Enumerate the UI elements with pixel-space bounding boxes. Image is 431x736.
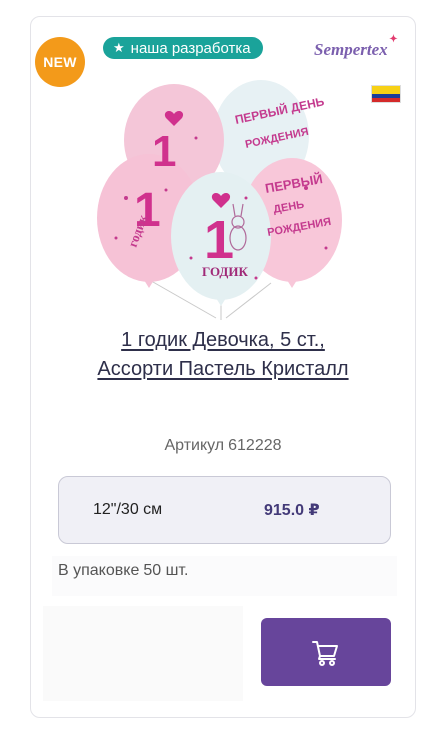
brand-logo: Sempertex ✦ xyxy=(314,34,398,60)
product-title-line-1[interactable]: 1 годик Девочка, 5 ст., xyxy=(40,326,406,355)
product-image[interactable]: 1 1 1 ПЕРВЫЙ ДЕНЬ РОЖДЕНИЯ ПЕРВЫЙ ДЕНЬ Р… xyxy=(96,78,346,322)
product-title-link[interactable]: 1 годик Девочка, 5 ст., Ассорти Пастель … xyxy=(40,326,406,384)
product-title-line-2[interactable]: Ассорти Пастель Кристалл xyxy=(40,355,406,384)
svg-text:ГОДИК: ГОДИК xyxy=(202,264,248,279)
development-badge-label: наша разработка xyxy=(130,39,251,57)
pack-info: В упаковке 50 шт. xyxy=(52,556,397,596)
new-badge: NEW xyxy=(35,37,85,87)
star-icon: ★ xyxy=(113,40,125,55)
sku: Артикул 612228 xyxy=(40,437,406,455)
pack-label: В упаковке xyxy=(58,562,140,579)
cart-icon xyxy=(312,641,338,666)
pack-count: 50 шт. xyxy=(143,562,189,579)
brand-mark-icon: ✦ xyxy=(389,34,398,45)
sku-value: 612228 xyxy=(228,437,282,454)
svg-text:1: 1 xyxy=(152,127,176,176)
add-to-cart-button[interactable] xyxy=(261,618,391,686)
sku-label: Артикул xyxy=(164,437,225,454)
pack-text: В упаковке 50 шт. xyxy=(58,562,188,580)
price-option[interactable]: 12"/30 см 915.0 ₽ xyxy=(58,476,391,544)
price-value: 915.0 ₽ xyxy=(264,502,320,519)
quantity-area xyxy=(43,606,243,701)
brand-name: Sempertex xyxy=(314,40,388,59)
colombia-flag-icon xyxy=(371,85,401,103)
size-value: 12"/30 см xyxy=(93,501,163,518)
development-badge: ★ наша разработка xyxy=(103,37,263,59)
